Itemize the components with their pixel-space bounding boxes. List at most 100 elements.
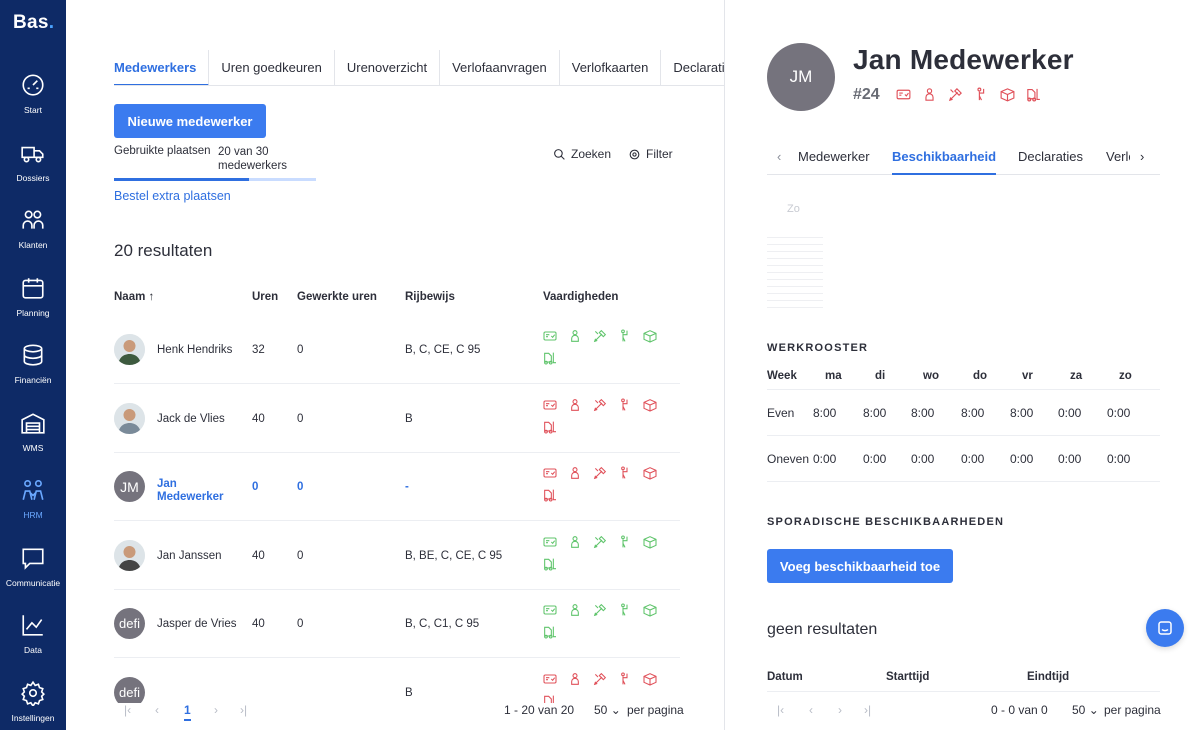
chevron-left-icon[interactable]: ‹	[777, 138, 781, 175]
tools-icon	[593, 672, 607, 686]
worked-hours-cell: 0	[297, 550, 304, 562]
sidebar-item-label: Start	[24, 105, 42, 115]
sidebar-item-dossiers[interactable]: Dossiers	[0, 140, 66, 202]
per-page-value: 50	[1072, 703, 1086, 717]
last-page-icon[interactable]: ›|	[864, 703, 871, 717]
per-page-select[interactable]: 50 ⌄	[1072, 703, 1099, 717]
chat-icon	[22, 548, 44, 570]
coins-icon	[23, 344, 43, 366]
schedule-title: WERKROOSTER	[767, 342, 869, 354]
schedule-hours-cell: 0:00	[911, 452, 935, 466]
tab-declaraties[interactable]: Declaraties	[1018, 138, 1083, 175]
column-header-date[interactable]: Datum	[767, 671, 803, 683]
schedule-hours-cell: 8:00	[813, 406, 837, 420]
app-window: Bas. Start Dossiers Klanten Planning Fin…	[0, 0, 1200, 730]
license-card-icon	[543, 674, 557, 684]
flagman-icon	[621, 535, 628, 548]
chevron-right-icon[interactable]: ›	[1140, 138, 1144, 175]
sporadic-title: SPORADISCHE BESCHIKBAARHEDEN	[767, 516, 1005, 528]
schedule-column-header: vr	[1022, 370, 1033, 382]
table-row[interactable]: Henk Hendriks 32 0 B, C, CE, C 95	[114, 316, 680, 384]
avatar	[114, 540, 145, 571]
column-header-end[interactable]: Eindtijd	[1027, 671, 1069, 683]
operator-icon	[571, 673, 579, 685]
prev-page-icon[interactable]: ‹	[155, 703, 159, 717]
worked-hours-cell: 0	[297, 618, 304, 630]
license-card-icon	[543, 468, 557, 478]
avatar: JM	[767, 43, 835, 111]
sidebar-item-planning[interactable]: Planning	[0, 275, 66, 337]
table-row[interactable]: defi Jasper de Vries 40 0 B, C, C1, C 95	[114, 590, 680, 658]
package-icon	[643, 536, 657, 549]
column-header-start[interactable]: Starttijd	[886, 671, 929, 683]
first-page-icon[interactable]: |‹	[777, 703, 784, 717]
sidebar-item-financien[interactable]: Financiën	[0, 342, 66, 404]
sidebar-item-data[interactable]: Data	[0, 612, 66, 674]
first-page-icon[interactable]: |‹	[124, 703, 131, 717]
sidebar-item-communicatie[interactable]: Communicatie	[0, 545, 66, 607]
chart-icon	[22, 615, 43, 636]
license-card-icon	[543, 537, 557, 547]
brand-logo[interactable]: Bas.	[13, 12, 54, 34]
sidebar-item-instellingen[interactable]: Instellingen	[0, 680, 66, 730]
schedule-hours-cell: 0:00	[961, 452, 985, 466]
sidebar-item-label: Financiën	[14, 375, 52, 385]
prev-page-icon[interactable]: ‹	[809, 703, 813, 717]
hours-cell: 0	[252, 481, 259, 493]
avatar: JM	[114, 471, 145, 502]
avatar: defi	[114, 608, 145, 639]
employee-table-body: Henk Hendriks 32 0 B, C, CE, C 95 Jack d…	[66, 0, 724, 703]
per-page-select[interactable]: 50 ⌄	[594, 703, 621, 717]
skills-cell	[542, 602, 672, 640]
sidebar-item-wms[interactable]: WMS	[0, 410, 66, 472]
chevron-down-icon: ⌄	[610, 703, 621, 717]
sidebar-item-klanten[interactable]: Klanten	[0, 207, 66, 269]
page-number[interactable]: 1	[184, 703, 191, 721]
tools-icon	[948, 88, 962, 102]
operator-icon	[571, 467, 579, 479]
next-page-icon[interactable]: ›	[214, 703, 218, 717]
schedule-hours-cell: 0:00	[1058, 406, 1082, 420]
table-row[interactable]: Jack de Vlies 40 0 B	[114, 385, 680, 453]
schedule-hours-cell: 0:00	[813, 452, 837, 466]
tab-beschikbaarheid[interactable]: Beschikbaarheid	[892, 138, 997, 175]
schedule-column-header: di	[875, 370, 886, 382]
table-row[interactable]: defi B	[114, 659, 680, 703]
table-row[interactable]: JM Jan Medewerker 0 0 -	[114, 453, 680, 521]
divider	[767, 691, 1160, 692]
per-page-label: per pagina	[627, 703, 684, 717]
license-cell: B, BE, C, CE, C 95	[405, 550, 503, 562]
license-cell: B, C, C1, C 95	[405, 618, 480, 630]
forklift-icon	[544, 489, 556, 502]
employee-name-cell: Jack de Vlies	[157, 413, 225, 425]
sidebar-item-hrm[interactable]: HRM	[0, 477, 66, 539]
schedule-column-header: do	[973, 370, 988, 382]
pagination-range: 0 - 0 van 0	[991, 703, 1048, 717]
sidebar: Bas. Start Dossiers Klanten Planning Fin…	[0, 0, 66, 730]
sidebar-item-label: Communicatie	[5, 578, 61, 588]
tools-icon	[593, 603, 607, 617]
support-chat-button[interactable]	[1146, 609, 1184, 647]
operator-icon	[571, 399, 579, 411]
hours-cell: 40	[252, 618, 265, 630]
forklift-icon	[544, 626, 556, 639]
sidebar-item-start[interactable]: Start	[0, 72, 66, 134]
schedule-hours-cell: 0:00	[1107, 406, 1131, 420]
add-availability-button[interactable]: Voeg beschikbaarheid toe	[767, 549, 953, 583]
flagman-icon	[621, 672, 628, 685]
sidebar-item-label: Klanten	[18, 240, 48, 250]
package-icon	[643, 330, 657, 343]
avatar: defi	[114, 677, 145, 703]
chevron-down-icon: ⌄	[1088, 703, 1099, 717]
avatar	[114, 403, 145, 434]
schedule-hours-cell: 8:00	[961, 406, 985, 420]
tab-verlof[interactable]: Verlo	[1106, 138, 1130, 175]
next-page-icon[interactable]: ›	[838, 703, 842, 717]
last-page-icon[interactable]: ›|	[240, 703, 247, 717]
tab-medewerker[interactable]: Medewerker	[798, 138, 870, 175]
employee-skills	[895, 86, 1042, 103]
tools-icon	[593, 535, 607, 549]
forklift-icon	[544, 421, 556, 434]
flagman-icon	[621, 603, 628, 616]
table-row[interactable]: Jan Janssen 40 0 B, BE, C, CE, C 95	[114, 522, 680, 590]
